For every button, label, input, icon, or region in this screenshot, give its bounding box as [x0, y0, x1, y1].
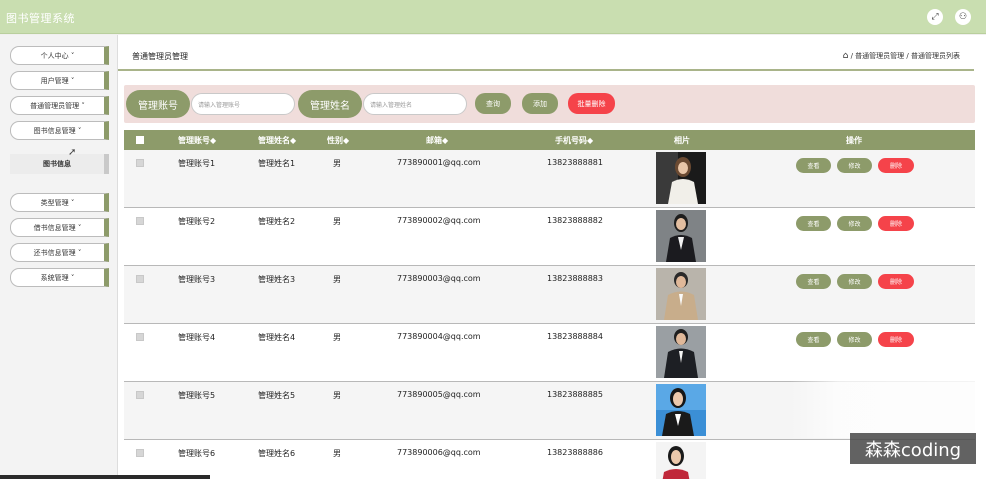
admin-photo [656, 268, 706, 320]
phone-cell: 13823888884 [547, 332, 603, 341]
taskbar-strip [0, 475, 210, 479]
name-cell: 管理姓名2 [258, 217, 296, 226]
phone-cell: 13823888883 [547, 274, 603, 283]
table-row: 管理账号1 管理姓名1 男 773890001@qq.com 138238888… [124, 150, 975, 208]
gender-cell: 男 [333, 449, 341, 458]
email-cell: 773890001@qq.com [397, 158, 481, 167]
email-cell: 773890003@qq.com [397, 274, 481, 283]
sidebar-item-book-info-management[interactable]: 图书信息管理 ˅ [10, 121, 109, 140]
account-cell: 管理账号6 [178, 449, 216, 458]
page-title: 普通管理员管理 [132, 52, 188, 61]
account-cell: 管理账号1 [178, 159, 216, 168]
sidebar-item-system-management[interactable]: 系统管理 ˅ [10, 268, 109, 287]
account-search-label: 管理账号 [126, 90, 190, 118]
column-actions: 操作 [846, 136, 862, 145]
name-cell: 管理姓名1 [258, 159, 296, 168]
admin-photo [656, 152, 706, 204]
phone-cell: 13823888882 [547, 216, 603, 225]
home-icon[interactable]: ⌂ [843, 51, 849, 61]
mouse-cursor-icon: ➚ [68, 147, 77, 158]
table-row: 管理账号3 管理姓名3 男 773890003@qq.com 138238888… [124, 266, 975, 324]
edit-button[interactable]: 修改 [837, 216, 872, 231]
add-button[interactable]: 添加 [522, 93, 558, 114]
delete-button[interactable]: 删除 [878, 158, 914, 173]
view-button[interactable]: 查看 [796, 216, 831, 231]
sidebar-item-return-management[interactable]: 还书信息管理 ˅ [10, 243, 109, 262]
account-cell: 管理账号5 [178, 391, 216, 400]
email-cell: 773890006@qq.com [397, 448, 481, 457]
table-row: 管理账号4 管理姓名4 男 773890004@qq.com 138238888… [124, 324, 975, 382]
view-button[interactable]: 查看 [796, 274, 831, 289]
edit-button[interactable]: 修改 [837, 158, 872, 173]
name-cell: 管理姓名6 [258, 449, 296, 458]
row-checkbox[interactable] [136, 217, 144, 225]
account-cell: 管理账号2 [178, 217, 216, 226]
row-checkbox[interactable] [136, 449, 144, 457]
account-cell: 管理账号4 [178, 333, 216, 342]
email-cell: 773890004@qq.com [397, 332, 481, 341]
admin-photo [656, 326, 706, 378]
phone-cell: 13823888886 [547, 448, 603, 457]
account-cell: 管理账号3 [178, 275, 216, 284]
breadcrumb: ⌂ / 普通管理员管理 / 普通管理员列表 [843, 51, 960, 61]
gender-cell: 男 [333, 333, 341, 342]
sidebar-subitem-book-info[interactable]: 图书信息 [10, 154, 109, 174]
column-phone[interactable]: 手机号码◆ [555, 135, 593, 146]
row-checkbox[interactable] [136, 275, 144, 283]
table-row: 管理账号6 管理姓名6 男 773890006@qq.com 138238888… [124, 440, 975, 479]
sidebar-item-type-management[interactable]: 类型管理 ˅ [10, 193, 109, 212]
app-title: 图书管理系统 [6, 12, 75, 25]
blurred-overlay [790, 378, 986, 438]
edit-button[interactable]: 修改 [837, 332, 872, 347]
sidebar-item-admin-management[interactable]: 普通管理员管理 ˅ [10, 96, 109, 115]
sidebar-item-user-management[interactable]: 用户管理 ˅ [10, 71, 109, 90]
gender-cell: 男 [333, 159, 341, 168]
name-cell: 管理姓名4 [258, 333, 296, 342]
delete-button[interactable]: 删除 [878, 216, 914, 231]
sidebar: 个人中心 ˅ 用户管理 ˅ 普通管理员管理 ˅ 图书信息管理 ˅ 图书信息 类型… [0, 35, 118, 479]
view-button[interactable]: 查看 [796, 158, 831, 173]
column-email[interactable]: 邮箱◆ [426, 135, 448, 146]
gender-cell: 男 [333, 391, 341, 400]
watermark: 森森coding [850, 433, 976, 464]
account-search-input[interactable]: 请输入管理账号 [191, 93, 295, 115]
sidebar-item-personal-center[interactable]: 个人中心 ˅ [10, 46, 109, 65]
breadcrumb-path[interactable]: / 普通管理员管理 / 普通管理员列表 [851, 52, 960, 60]
batch-delete-button[interactable]: 批量删除 [568, 93, 615, 114]
breadcrumb-bar: 普通管理员管理 ⌂ / 普通管理员管理 / 普通管理员列表 [118, 39, 974, 71]
email-cell: 773890005@qq.com [397, 390, 481, 399]
gender-cell: 男 [333, 275, 341, 284]
edit-button[interactable]: 修改 [837, 274, 872, 289]
table-header: 管理账号◆ 管理姓名◆ 性别◆ 邮箱◆ 手机号码◆ 相片 操作 [124, 130, 975, 150]
name-cell: 管理姓名5 [258, 391, 296, 400]
delete-button[interactable]: 删除 [878, 274, 914, 289]
search-panel: 管理账号 请输入管理账号 管理姓名 请输入管理姓名 查询 添加 批量删除 [124, 85, 975, 123]
column-photo: 相片 [674, 136, 690, 145]
name-cell: 管理姓名3 [258, 275, 296, 284]
user-icon[interactable]: ⚇ [955, 9, 971, 25]
name-search-input[interactable]: 请输入管理姓名 [363, 93, 467, 115]
column-account[interactable]: 管理账号◆ [178, 135, 216, 146]
select-all-checkbox[interactable] [136, 136, 144, 144]
row-checkbox[interactable] [136, 333, 144, 341]
email-cell: 773890002@qq.com [397, 216, 481, 225]
top-bar: 图书管理系统 ⤢ ⚇ [0, 0, 986, 34]
admin-photo [656, 210, 706, 262]
row-checkbox[interactable] [136, 391, 144, 399]
name-search-label: 管理姓名 [298, 90, 362, 118]
admin-photo [656, 442, 706, 479]
sidebar-item-borrow-management[interactable]: 借书信息管理 ˅ [10, 218, 109, 237]
admin-photo [656, 384, 706, 436]
row-checkbox[interactable] [136, 159, 144, 167]
column-name[interactable]: 管理姓名◆ [258, 135, 296, 146]
phone-cell: 13823888881 [547, 158, 603, 167]
gender-cell: 男 [333, 217, 341, 226]
column-gender[interactable]: 性别◆ [327, 135, 349, 146]
view-button[interactable]: 查看 [796, 332, 831, 347]
expand-icon[interactable]: ⤢ [927, 9, 943, 25]
query-button[interactable]: 查询 [475, 93, 511, 114]
phone-cell: 13823888885 [547, 390, 603, 399]
table-row: 管理账号2 管理姓名2 男 773890002@qq.com 138238888… [124, 208, 975, 266]
delete-button[interactable]: 删除 [878, 332, 914, 347]
